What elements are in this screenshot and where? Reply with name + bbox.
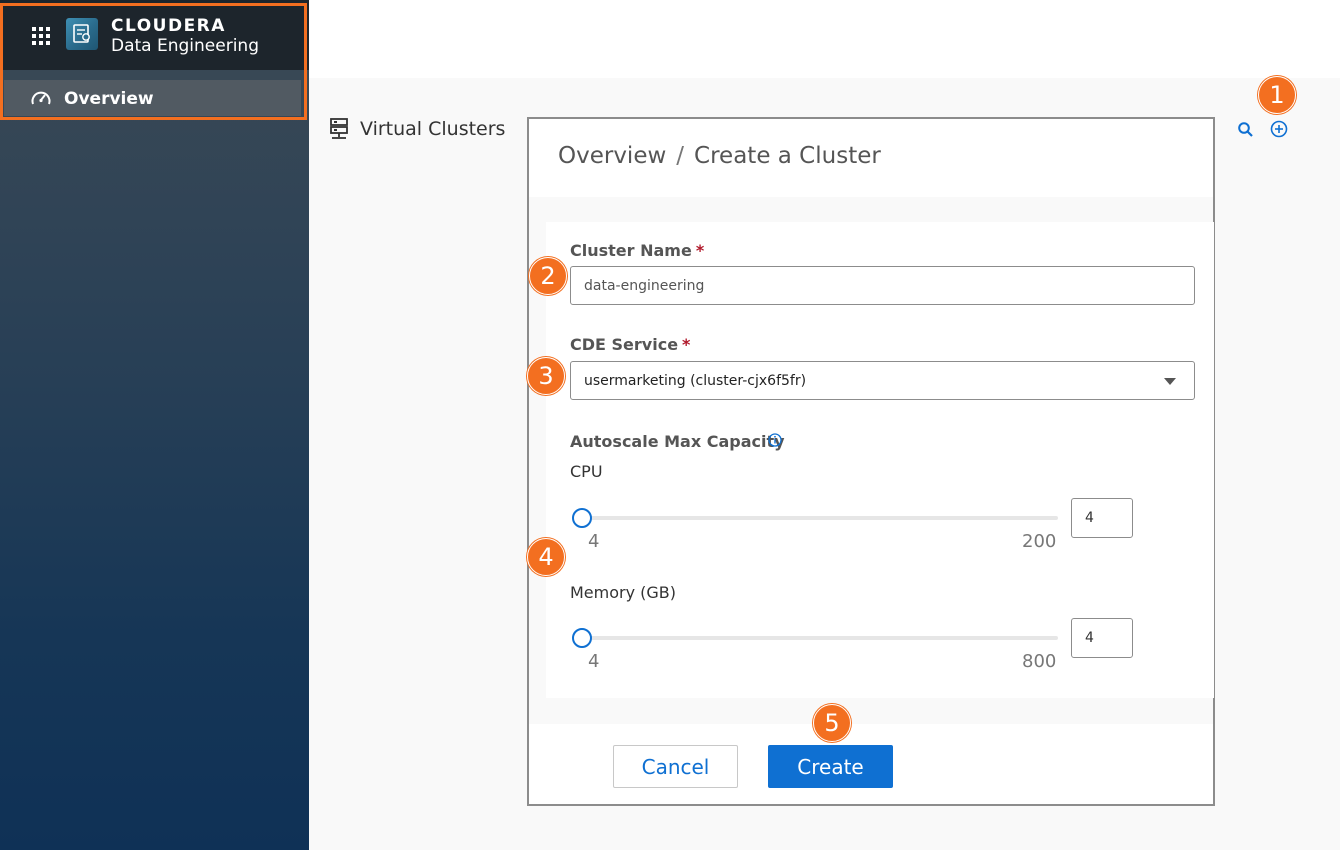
cde-service-label: CDE Service * (570, 335, 691, 354)
required-mark: * (695, 241, 705, 260)
callout-badge-4: 4 (527, 538, 565, 576)
callout-badge-1: 1 (1258, 76, 1296, 114)
cde-service-select[interactable]: usermarketing (cluster-cjx6f5fr) (570, 361, 1195, 400)
dialog-footer: Cancel Create (529, 724, 1213, 804)
sidebar-item-overview[interactable]: Overview (4, 80, 301, 116)
cluster-name-value: data-engineering (584, 277, 705, 294)
dialog-header: Overview / Create a Cluster (529, 119, 1213, 197)
create-cluster-form: Cluster Name * data-engineering CDE Servi… (546, 222, 1214, 698)
create-cluster-dialog: Overview / Create a Cluster Cluster Name * … (527, 117, 1215, 806)
breadcrumb-separator: / (676, 143, 685, 169)
cancel-button[interactable]: Cancel (613, 745, 738, 788)
grid-icon[interactable] (32, 27, 50, 45)
autoscale-label: Autoscale Max Capacity (570, 432, 785, 451)
add-circle-icon[interactable] (1270, 120, 1288, 138)
cpu-min-value: 4 (588, 531, 600, 552)
memory-slider-thumb[interactable] (572, 628, 592, 648)
cpu-label: CPU (570, 462, 603, 481)
breadcrumb: Overview / Create a Cluster (558, 143, 881, 169)
section-header: Virtual Clusters (330, 116, 505, 142)
server-icon (330, 118, 348, 139)
create-button[interactable]: Create (768, 745, 893, 788)
chevron-down-icon (1164, 378, 1176, 385)
cpu-value-input[interactable]: 4 (1071, 498, 1133, 538)
cluster-name-label: Cluster Name * (570, 241, 705, 260)
breadcrumb-root[interactable]: Overview (558, 143, 666, 169)
memory-max-value: 800 (1022, 651, 1057, 672)
cpu-max-value: 200 (1022, 531, 1057, 552)
gauge-icon (31, 91, 51, 105)
data-engineering-logo-icon (66, 18, 98, 50)
breadcrumb-current: Create a Cluster (694, 143, 881, 169)
info-icon[interactable] (768, 433, 782, 447)
page-title: Virtual Clusters (360, 118, 506, 140)
product-name: Data Engineering (111, 36, 259, 56)
cpu-slider-track[interactable] (582, 516, 1058, 520)
cpu-slider-thumb[interactable] (572, 508, 592, 528)
memory-label: Memory (GB) (570, 583, 677, 602)
sidebar-header: CLOUDERA Data Engineering (0, 0, 309, 70)
brand-name: CLOUDERA (111, 16, 226, 36)
cluster-name-input[interactable]: data-engineering (570, 266, 1195, 305)
search-icon[interactable] (1237, 121, 1254, 138)
memory-slider-track[interactable] (582, 636, 1058, 640)
sidebar-item-label: Overview (64, 89, 154, 109)
callout-badge-3: 3 (527, 357, 565, 395)
cde-service-value: usermarketing (cluster-cjx6f5fr) (584, 372, 807, 389)
required-mark: * (682, 335, 691, 354)
memory-value-input[interactable]: 4 (1071, 618, 1133, 658)
callout-badge-2: 2 (529, 257, 567, 295)
sidebar: CLOUDERA Data Engineering Overview (0, 0, 309, 850)
memory-min-value: 4 (588, 651, 600, 672)
callout-badge-5: 5 (813, 704, 851, 742)
